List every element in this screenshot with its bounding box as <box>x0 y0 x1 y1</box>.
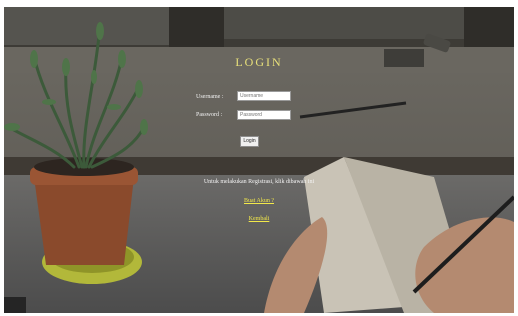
login-button[interactable]: Login <box>240 136 259 147</box>
page-title: LOGIN <box>235 55 283 69</box>
password-input[interactable] <box>237 110 291 120</box>
username-input[interactable] <box>237 91 291 101</box>
back-link[interactable]: Kembali <box>4 216 514 222</box>
password-label: Password : <box>196 112 223 118</box>
registration-info-text: Untuk melakukan Registrasi, klik dibawah… <box>203 179 315 185</box>
login-page: LOGIN Username : Password : Login Untuk … <box>4 7 514 313</box>
username-label: Username : <box>196 94 224 100</box>
background-photo <box>4 7 514 313</box>
create-account-link[interactable]: Buat Akun ? <box>4 198 514 204</box>
